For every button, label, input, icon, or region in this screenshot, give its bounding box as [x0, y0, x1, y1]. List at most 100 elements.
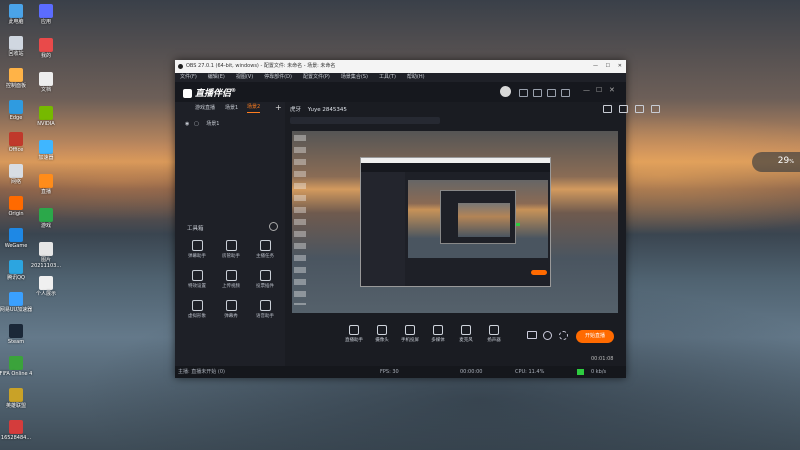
app-icon — [39, 208, 53, 222]
grid-icon[interactable] — [619, 105, 628, 113]
bottom-tool[interactable]: 扬声器 — [483, 325, 505, 343]
desktop-icon[interactable]: 我的 — [26, 38, 66, 59]
tool-item[interactable]: 主播任务 — [253, 240, 277, 259]
maximize-icon[interactable]: ☐ — [606, 60, 610, 73]
app-maximize-icon[interactable]: ☐ — [596, 86, 602, 94]
menu-item[interactable]: 停靠部件(D) — [264, 74, 292, 80]
app-icon — [9, 36, 23, 50]
eye-icon[interactable]: ◉ — [185, 121, 189, 127]
bottom-tool[interactable]: 手机投屏 — [399, 325, 421, 343]
desktop-icon[interactable]: 个人展示 — [26, 276, 66, 297]
tool-label: 投票插件 — [256, 284, 274, 289]
bottom-tool[interactable]: 多媒体 — [427, 325, 449, 343]
app-icon — [9, 68, 23, 82]
add-tab-icon[interactable]: + — [275, 102, 282, 114]
settings-icon[interactable] — [547, 89, 556, 97]
menu-item[interactable]: 工具(T) — [379, 74, 396, 80]
bottom-tool[interactable]: 摄像头 — [371, 325, 393, 343]
share-icon[interactable] — [651, 105, 660, 113]
tool-item[interactable]: 上传视频 — [219, 270, 243, 289]
tool-label: 弹幕秀 — [224, 314, 238, 319]
tool-label: 特效设置 — [188, 284, 206, 289]
bottom-tool-label: 直播助手 — [345, 338, 363, 343]
start-live-button[interactable]: 开始直播 — [576, 330, 614, 343]
menu-item[interactable]: 视图(V) — [236, 74, 253, 80]
desktop-icon-label: 图片 20211103... — [30, 257, 62, 269]
tool-item[interactable]: 投票插件 — [253, 270, 277, 289]
live-preview[interactable] — [292, 131, 618, 313]
live-timer: 00:01:08 — [591, 356, 614, 362]
app-icon — [9, 4, 23, 18]
tool-icon — [225, 240, 237, 251]
tab-game[interactable]: 游戏直播 — [195, 102, 215, 114]
app-header: 直播伴侣® — ☐ ✕ — [175, 82, 626, 102]
screen-icon[interactable] — [603, 105, 612, 113]
menu-item[interactable]: 文件(F) — [180, 74, 197, 80]
lock-icon[interactable]: ▢ — [194, 121, 199, 127]
tool-icon — [225, 300, 237, 311]
bottom-tool-label: 摄像头 — [375, 338, 389, 343]
eye-settings-icon[interactable] — [543, 331, 552, 340]
desktop-icon[interactable]: 直播 — [26, 174, 66, 195]
app-minimize-icon[interactable]: — — [583, 86, 590, 94]
gear-icon[interactable] — [559, 331, 568, 340]
tool-label: 弹幕助手 — [188, 254, 206, 259]
minimize-icon[interactable]: — — [593, 60, 598, 73]
app-icon — [178, 64, 183, 69]
bottom-tool-icon — [433, 325, 443, 335]
desktop-icon[interactable]: 游戏 — [26, 208, 66, 229]
app-icon — [9, 356, 23, 370]
bottom-tool-label: 多媒体 — [431, 338, 445, 343]
scene-panel: 游戏直播 场景1 场景2 + ◉ ▢ 场景1 工具箱 弹幕助手 房管助手 主播任务特… — [175, 102, 285, 366]
tool-item[interactable]: 房管助手 — [219, 240, 243, 259]
tool-item[interactable]: 特效设置 — [185, 270, 209, 289]
desktop-icon[interactable]: 文档 — [26, 72, 66, 93]
green-marker — [516, 223, 520, 226]
bottom-tool[interactable]: 麦克风 — [455, 325, 477, 343]
desktop-icon-label: 文档 — [40, 87, 51, 93]
desktop-icon-label: 英雄联盟 — [5, 403, 26, 409]
scene-item-label: 场景1 — [206, 121, 220, 127]
bottom-tool-label: 手机投屏 — [401, 338, 419, 343]
camera-icon[interactable] — [527, 331, 537, 339]
status-rate: 0 kb/s — [591, 369, 607, 375]
toolbox-toggle-icon[interactable] — [269, 222, 278, 231]
scene-item[interactable]: ◉ ▢ 场景1 — [185, 120, 219, 127]
app-logo: 直播伴侣® — [183, 86, 236, 99]
menu-item[interactable]: 场景集合(S) — [341, 74, 368, 80]
performance-gauge[interactable]: 29% — [752, 152, 800, 172]
menu-item[interactable]: 配置文件(P) — [303, 74, 330, 80]
status-bar: 主播: 直播未开始 (0) FPS: 30 CPU: 11.4% 00:00:0… — [175, 366, 626, 378]
desktop-icon[interactable]: 16528484... — [0, 420, 36, 441]
preview-desktop-icons — [294, 135, 306, 305]
bell-icon[interactable] — [635, 105, 644, 113]
window-titlebar[interactable]: OBS 27.0.1 (64-bit, windows) - 配置文件: 未命名… — [175, 60, 626, 73]
menu-icon[interactable] — [561, 89, 570, 97]
user-avatar[interactable] — [500, 86, 511, 97]
close-icon[interactable]: ✕ — [618, 60, 622, 73]
menu-item[interactable]: 帮助(H) — [407, 74, 425, 80]
gift-icon[interactable] — [533, 89, 542, 97]
tab-scene1[interactable]: 场景1 — [225, 102, 238, 114]
room-platform: 虎牙 — [290, 107, 302, 113]
message-icon[interactable] — [519, 89, 528, 97]
desktop-icon[interactable]: Steam — [0, 324, 36, 345]
tool-item[interactable]: 弹幕秀 — [219, 300, 243, 319]
desktop-icon[interactable]: FIFA Online 4 — [0, 356, 36, 377]
tool-item[interactable]: 虚拟形象 — [185, 300, 209, 319]
preview-window — [360, 157, 551, 287]
desktop-icon[interactable]: 加速器 — [26, 140, 66, 161]
desktop-icon[interactable]: 英雄联盟 — [0, 388, 36, 409]
desktop-icon-label: 应用 — [40, 19, 51, 25]
desktop-icon[interactable]: 图片 20211103... — [26, 242, 66, 269]
desktop-icon[interactable]: NVIDIA — [26, 106, 66, 127]
desktop-icon[interactable]: 应用 — [26, 4, 66, 25]
tab-scene2[interactable]: 场景2 — [247, 102, 261, 113]
room-info: 虎牙 Yuye 2845345 — [290, 105, 347, 113]
menu-item[interactable]: 编辑(E) — [208, 74, 225, 80]
tool-item[interactable]: 弹幕助手 — [185, 240, 209, 259]
tool-item[interactable]: 语音助手 — [253, 300, 277, 319]
app-close-icon[interactable]: ✕ — [609, 86, 615, 94]
menu-bar: 文件(F) 编辑(E) 视图(V) 停靠部件(D) 配置文件(P) 场景集合(S) 工具(T… — [175, 73, 626, 82]
bottom-tool[interactable]: 直播助手 — [343, 325, 365, 343]
